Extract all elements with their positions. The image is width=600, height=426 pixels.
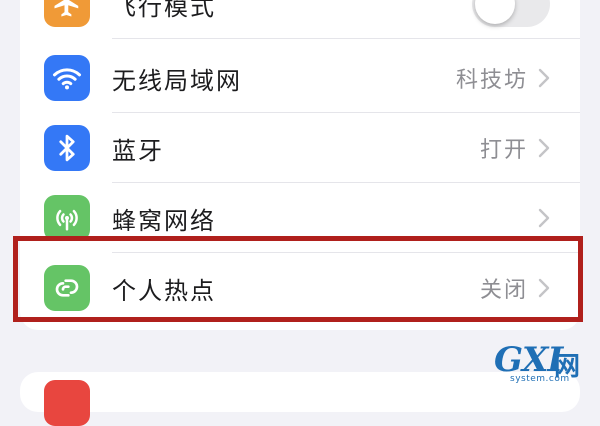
connectivity-settings-group: 飞行模式 无线局域网 科技坊 蓝牙 打开 蜂窝网络 个人热点 关闭 — [20, 0, 580, 330]
chevron-right-icon — [538, 278, 550, 298]
row-divider — [112, 182, 580, 183]
bluetooth-status-value: 打开 — [479, 138, 528, 163]
personal-hotspot-icon — [44, 265, 90, 311]
cellular-row[interactable]: 蜂窝网络 — [20, 184, 580, 252]
airplane-mode-toggle[interactable] — [472, 0, 550, 27]
watermark-url: system.com — [510, 374, 570, 384]
chevron-right-icon — [538, 208, 550, 228]
wifi-label: 无线局域网 — [112, 66, 242, 95]
wifi-row[interactable]: 无线局域网 科技坊 — [20, 44, 580, 112]
cellular-antenna-icon — [44, 195, 90, 241]
bluetooth-row[interactable]: 蓝牙 打开 — [20, 114, 580, 182]
chevron-right-icon — [538, 68, 550, 88]
bluetooth-icon — [44, 125, 90, 171]
personal-hotspot-label: 个人热点 — [112, 276, 216, 305]
notifications-icon[interactable] — [44, 380, 90, 426]
site-watermark-logo: GXI 网 system.com — [494, 340, 594, 386]
row-divider — [112, 112, 580, 113]
airplane-mode-row[interactable]: 飞行模式 — [20, 0, 580, 38]
wifi-network-value: 科技坊 — [455, 68, 528, 93]
row-divider — [112, 38, 580, 39]
wifi-icon — [44, 55, 90, 101]
personal-hotspot-status-value: 关闭 — [479, 278, 528, 303]
airplane-mode-label: 飞行模式 — [112, 0, 216, 21]
personal-hotspot-row[interactable]: 个人热点 关闭 — [20, 254, 580, 322]
toggle-knob — [475, 0, 515, 24]
chevron-right-icon — [538, 138, 550, 158]
row-divider — [112, 252, 580, 253]
cellular-label: 蜂窝网络 — [112, 206, 216, 235]
airplane-icon — [44, 0, 90, 27]
bluetooth-label: 蓝牙 — [112, 136, 164, 165]
